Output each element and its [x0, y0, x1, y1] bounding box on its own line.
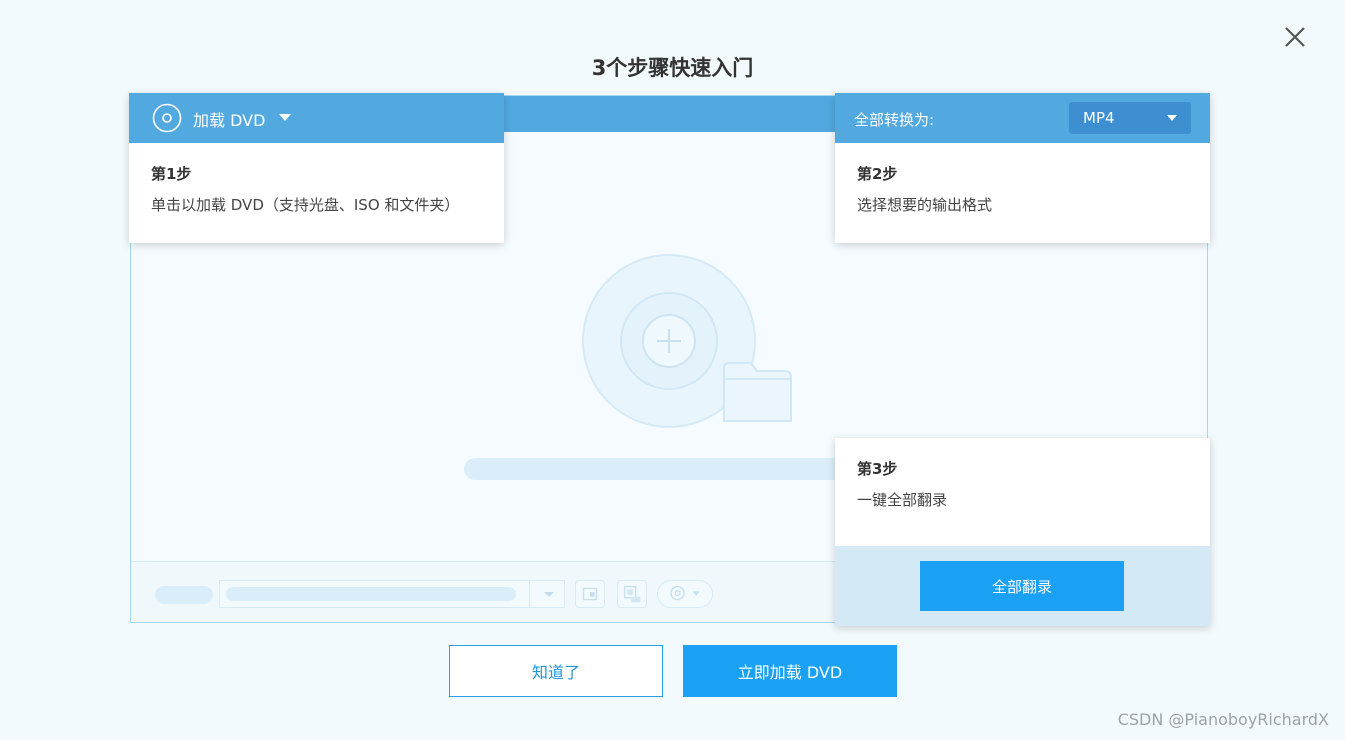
- preview-field-separator: [529, 581, 530, 607]
- disc-icon: [152, 103, 182, 133]
- close-button[interactable]: [1280, 22, 1310, 52]
- step3-title: 第3步: [857, 460, 898, 478]
- load-dvd-label: 加载 DVD: [193, 111, 266, 130]
- step2-title: 第2步: [857, 165, 898, 183]
- chevron-down-icon: [544, 592, 554, 597]
- step2-card: 全部转换为: MP4 第2步 选择想要的输出格式: [835, 93, 1210, 243]
- folder-icon: [575, 580, 605, 608]
- step1-title: 第1步: [151, 165, 192, 183]
- preview-path-field: [219, 580, 565, 608]
- preview-path-bar: [226, 587, 516, 601]
- got-it-button[interactable]: 知道了: [449, 645, 663, 697]
- hardware-acceleration-icon: [617, 580, 647, 608]
- load-dvd-now-button[interactable]: 立即加载 DVD: [683, 645, 897, 697]
- output-format-value: MP4: [1083, 109, 1115, 127]
- convert-all-label: 全部转换为:: [854, 111, 935, 129]
- load-dvd-button[interactable]: 加载 DVD: [129, 93, 504, 143]
- watermark-text: CSDN @PianoboyRichardX: [1117, 710, 1329, 729]
- caret-down-icon[interactable]: [279, 114, 291, 121]
- close-icon: [1285, 27, 1305, 47]
- output-format-select[interactable]: MP4: [1069, 102, 1191, 134]
- quick-start-dialog: 3个步骤快速入门 加载 DVD 第1步 单击以加载 DVD（支持光盘、ISO 和…: [0, 0, 1345, 740]
- step1-description: 单击以加载 DVD（支持光盘、ISO 和文件夹）: [151, 196, 460, 214]
- convert-all-bar: 全部转换为: MP4: [835, 93, 1210, 143]
- rip-all-button[interactable]: 全部翻录: [920, 561, 1124, 611]
- step3-card: 第3步 一键全部翻录 全部翻录: [835, 438, 1210, 626]
- add-disc-illustration-icon: [582, 254, 792, 428]
- dialog-title: 3个步骤快速入门: [591, 56, 754, 80]
- step3-description: 一键全部翻录: [857, 491, 948, 509]
- preview-progress-bar: [464, 458, 844, 480]
- step1-card: 加载 DVD 第1步 单击以加载 DVD（支持光盘、ISO 和文件夹）: [129, 93, 504, 243]
- step2-description: 选择想要的输出格式: [857, 196, 993, 214]
- preview-pill: [155, 586, 213, 604]
- chevron-down-icon: [1167, 115, 1177, 121]
- gear-icon: [657, 580, 713, 608]
- step3-footer: 全部翻录: [835, 546, 1210, 626]
